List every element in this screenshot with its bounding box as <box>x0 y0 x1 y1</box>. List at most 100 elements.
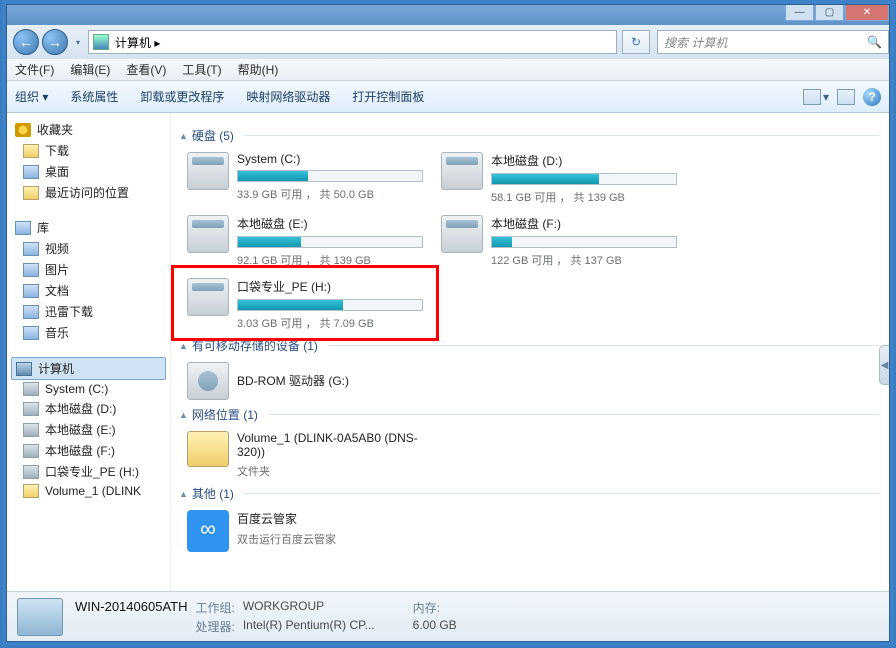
system-properties-button[interactable]: 系统属性 <box>70 88 118 105</box>
picture-icon <box>23 263 39 277</box>
drive-c[interactable]: System (C:)33.9 GB 可用 ， 共 50.0 GB <box>187 152 423 205</box>
content-pane: ▲硬盘 (5) System (C:)33.9 GB 可用 ， 共 50.0 G… <box>171 113 889 591</box>
history-dropdown[interactable]: ▾ <box>71 32 85 52</box>
memory-label: 内存: <box>413 599 457 616</box>
collapse-icon: ▲ <box>179 131 188 141</box>
close-button[interactable]: ✕ <box>845 5 889 21</box>
group-other[interactable]: ▲其他 (1) <box>179 485 879 502</box>
usage-bar <box>237 236 423 248</box>
tree-videos[interactable]: 视频 <box>11 238 166 259</box>
menu-bar: 文件(F) 编辑(E) 查看(V) 工具(T) 帮助(H) <box>7 59 889 81</box>
computer-large-icon <box>17 598 63 636</box>
tree-libraries[interactable]: 库 <box>11 217 166 238</box>
tree-computer[interactable]: 计算机 <box>11 357 166 380</box>
cpu-value: Intel(R) Pentium(R) CP... <box>243 618 375 635</box>
address-path: 计算机 ▸ <box>115 34 160 51</box>
organize-button[interactable]: 组织 ▾ <box>15 88 48 105</box>
usage-bar <box>237 299 423 311</box>
hdd-icon <box>187 152 229 190</box>
collapse-icon: ▲ <box>179 410 188 420</box>
refresh-button[interactable]: ↻ <box>622 30 650 54</box>
other-baidu[interactable]: 百度云管家双击运行百度云管家 <box>187 510 423 552</box>
body: 收藏夹 下载 桌面 最近访问的位置 库 视频 图片 文档 迅雷下载 音乐 计算机… <box>7 113 889 591</box>
recent-icon <box>23 186 39 200</box>
usage-bar <box>491 236 677 248</box>
minimize-button[interactable]: — <box>785 5 814 21</box>
map-network-drive-button[interactable]: 映射网络驱动器 <box>246 88 330 105</box>
document-icon <box>23 284 39 298</box>
library-icon <box>15 221 31 235</box>
usage-bar <box>237 170 423 182</box>
preview-icon <box>837 89 855 105</box>
star-icon <box>15 123 31 137</box>
titlebar: — ▢ ✕ <box>7 5 889 25</box>
computer-name: WIN-20140605ATH <box>75 599 187 616</box>
explorer-window: — ▢ ✕ ← → ▾ 计算机 ▸ ↻ 搜索 计算机 🔍 文件(F) 编辑(E)… <box>6 4 890 642</box>
hdd-icon <box>441 152 483 190</box>
control-panel-button[interactable]: 打开控制面板 <box>352 88 424 105</box>
tree-favorites[interactable]: 收藏夹 <box>11 119 166 140</box>
menu-view[interactable]: 查看(V) <box>126 61 166 78</box>
folder-icon <box>23 144 39 158</box>
back-button[interactable]: ← <box>13 29 39 55</box>
nav-bar: ← → ▾ 计算机 ▸ ↻ 搜索 计算机 🔍 <box>7 25 889 59</box>
menu-file[interactable]: 文件(F) <box>15 61 54 78</box>
tree-pictures[interactable]: 图片 <box>11 259 166 280</box>
maximize-button[interactable]: ▢ <box>815 5 844 21</box>
forward-button[interactable]: → <box>42 29 68 55</box>
drive-e[interactable]: 本地磁盘 (E:)92.1 GB 可用 ， 共 139 GB <box>187 215 423 268</box>
view-mode-button[interactable]: ▾ <box>803 89 829 105</box>
tree-drive-e[interactable]: 本地磁盘 (E:) <box>11 419 166 440</box>
hdd-icon <box>187 215 229 253</box>
toolbar-view-controls: ▾ ? <box>803 88 881 106</box>
network-folder-icon <box>23 484 39 498</box>
drive-f[interactable]: 本地磁盘 (F:)122 GB 可用 ， 共 137 GB <box>441 215 677 268</box>
tree-volume1[interactable]: Volume_1 (DLINK <box>11 482 166 500</box>
tree-downloads[interactable]: 下载 <box>11 140 166 161</box>
computer-icon <box>16 362 32 376</box>
menu-edit[interactable]: 编辑(E) <box>70 61 110 78</box>
tiles-icon <box>803 89 821 105</box>
menu-tools[interactable]: 工具(T) <box>182 61 221 78</box>
search-input[interactable]: 搜索 计算机 🔍 <box>657 30 889 54</box>
drive-icon <box>23 423 39 437</box>
drive-optical-g[interactable]: BD-ROM 驱动器 (G:) <box>187 362 423 400</box>
drive-h[interactable]: 口袋专业_PE (H:)3.03 GB 可用 ， 共 7.09 GB <box>187 278 423 331</box>
search-placeholder: 搜索 计算机 <box>664 34 727 51</box>
hdd-icon <box>187 278 229 316</box>
tree-drive-d[interactable]: 本地磁盘 (D:) <box>11 398 166 419</box>
side-grip[interactable]: ◀ <box>879 345 889 385</box>
group-hard-disks[interactable]: ▲硬盘 (5) <box>179 127 879 144</box>
drive-icon <box>23 444 39 458</box>
tree-desktop[interactable]: 桌面 <box>11 161 166 182</box>
computer-icon <box>93 34 109 50</box>
search-icon[interactable]: 🔍 <box>867 35 882 49</box>
tree-documents[interactable]: 文档 <box>11 280 166 301</box>
nav-tree: 收藏夹 下载 桌面 最近访问的位置 库 视频 图片 文档 迅雷下载 音乐 计算机… <box>7 113 171 591</box>
preview-pane-button[interactable] <box>837 89 855 105</box>
music-icon <box>23 326 39 340</box>
tree-music[interactable]: 音乐 <box>11 322 166 343</box>
tree-drive-c[interactable]: System (C:) <box>11 380 166 398</box>
tree-xunlei[interactable]: 迅雷下载 <box>11 301 166 322</box>
drive-icon <box>23 382 39 396</box>
drive-icon <box>23 465 39 479</box>
drive-d[interactable]: 本地磁盘 (D:)58.1 GB 可用 ， 共 139 GB <box>441 152 677 205</box>
tree-drive-h[interactable]: 口袋专业_PE (H:) <box>11 461 166 482</box>
tree-recent[interactable]: 最近访问的位置 <box>11 182 166 203</box>
video-icon <box>23 242 39 256</box>
menu-help[interactable]: 帮助(H) <box>238 61 279 78</box>
hdd-icon <box>441 215 483 253</box>
help-button[interactable]: ? <box>863 88 881 106</box>
netloc-volume1[interactable]: Volume_1 (DLINK-0A5AB0 (DNS-320))文件夹 <box>187 431 423 479</box>
tree-drive-f[interactable]: 本地磁盘 (F:) <box>11 440 166 461</box>
collapse-icon: ▲ <box>179 489 188 499</box>
group-network[interactable]: ▲网络位置 (1) <box>179 406 879 423</box>
group-removable[interactable]: ▲有可移动存储的设备 (1) <box>179 337 879 354</box>
workgroup-value: WORKGROUP <box>243 599 375 616</box>
drive-icon <box>23 402 39 416</box>
address-bar[interactable]: 计算机 ▸ <box>88 30 617 54</box>
network-folder-icon <box>187 431 229 467</box>
optical-drive-icon <box>187 362 229 400</box>
uninstall-button[interactable]: 卸载或更改程序 <box>140 88 224 105</box>
